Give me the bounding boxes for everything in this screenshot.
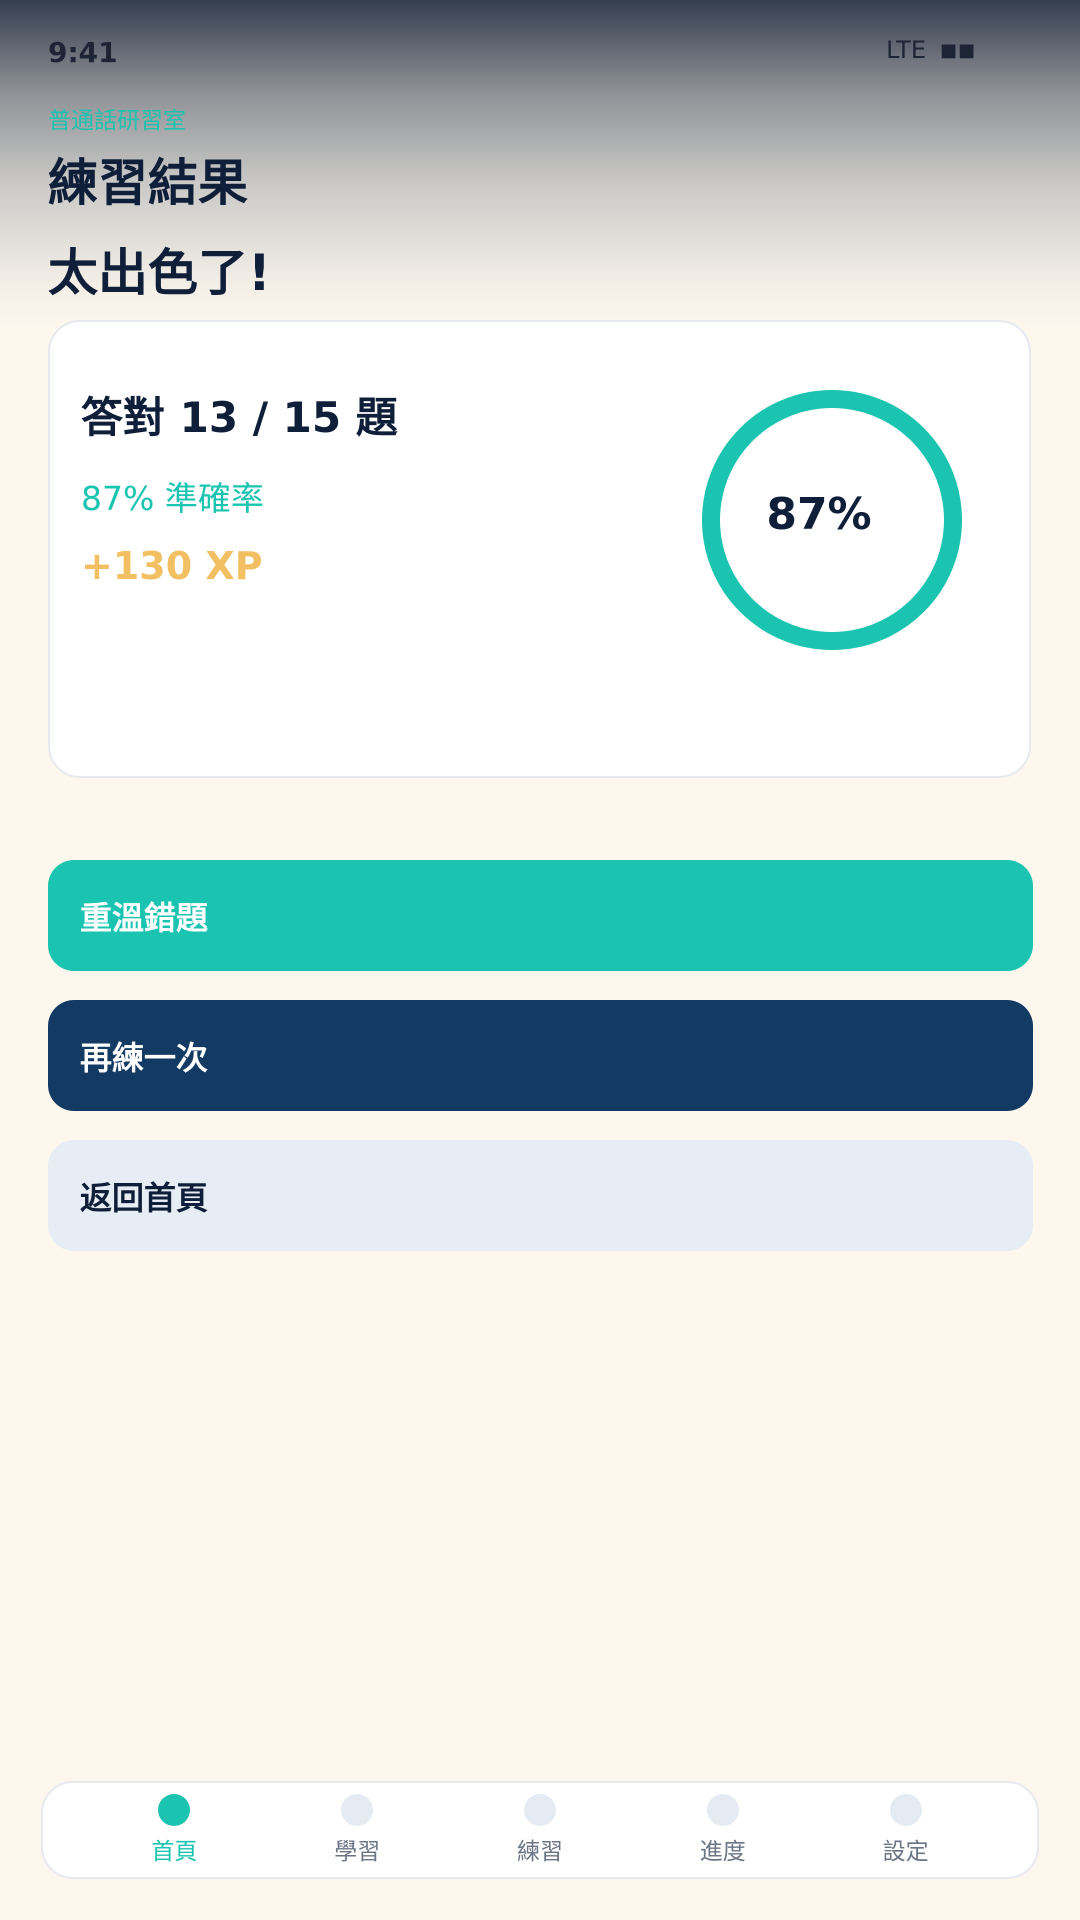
nav-item-practice[interactable]: 練習 [480,1794,600,1866]
review-mistakes-button[interactable]: 重溫錯題 [48,860,1033,971]
nav-label-practice: 練習 [516,1839,563,1865]
praise-heading: 太出色了! [48,244,271,302]
score-text: 答對 13 / 15 題 [81,393,398,442]
practice-again-button[interactable]: 再練一次 [48,1000,1033,1111]
nav-label-progress: 進度 [699,1839,746,1865]
xp-text: +130 XP [81,544,263,588]
accuracy-ring: 87% [700,388,964,652]
page-title: 練習結果 [48,154,248,212]
battery-icon: ■■ [939,39,976,61]
accuracy-text: 87% 準確率 [81,479,264,518]
progress-icon [706,1794,739,1826]
status-indicators: LTE ■■ [886,36,976,64]
home-icon [158,1794,191,1826]
back-home-button[interactable]: 返回首頁 [48,1140,1033,1251]
accuracy-ring-label: 87% [766,489,872,540]
nav-item-progress[interactable]: 進度 [663,1794,783,1866]
practice-icon [523,1794,556,1826]
result-card: 答對 13 / 15 題 87% 準確率 +130 XP 87% [48,320,1031,778]
app-subtitle: 普通話研習室 [48,108,186,134]
nav-label-settings: 設定 [882,1839,929,1865]
nav-item-home[interactable]: 首頁 [114,1794,234,1866]
nav-label-home: 首頁 [151,1839,198,1865]
learn-icon [341,1794,374,1826]
nav-label-learn: 學習 [334,1839,381,1865]
settings-icon [889,1794,922,1826]
status-time: 9:41 [48,36,118,69]
nav-item-learn[interactable]: 學習 [297,1794,417,1866]
nav-item-settings[interactable]: 設定 [846,1794,966,1866]
bottom-nav: 首頁 學習 練習 進度 設定 [41,1781,1039,1879]
network-indicator: LTE [886,36,926,64]
